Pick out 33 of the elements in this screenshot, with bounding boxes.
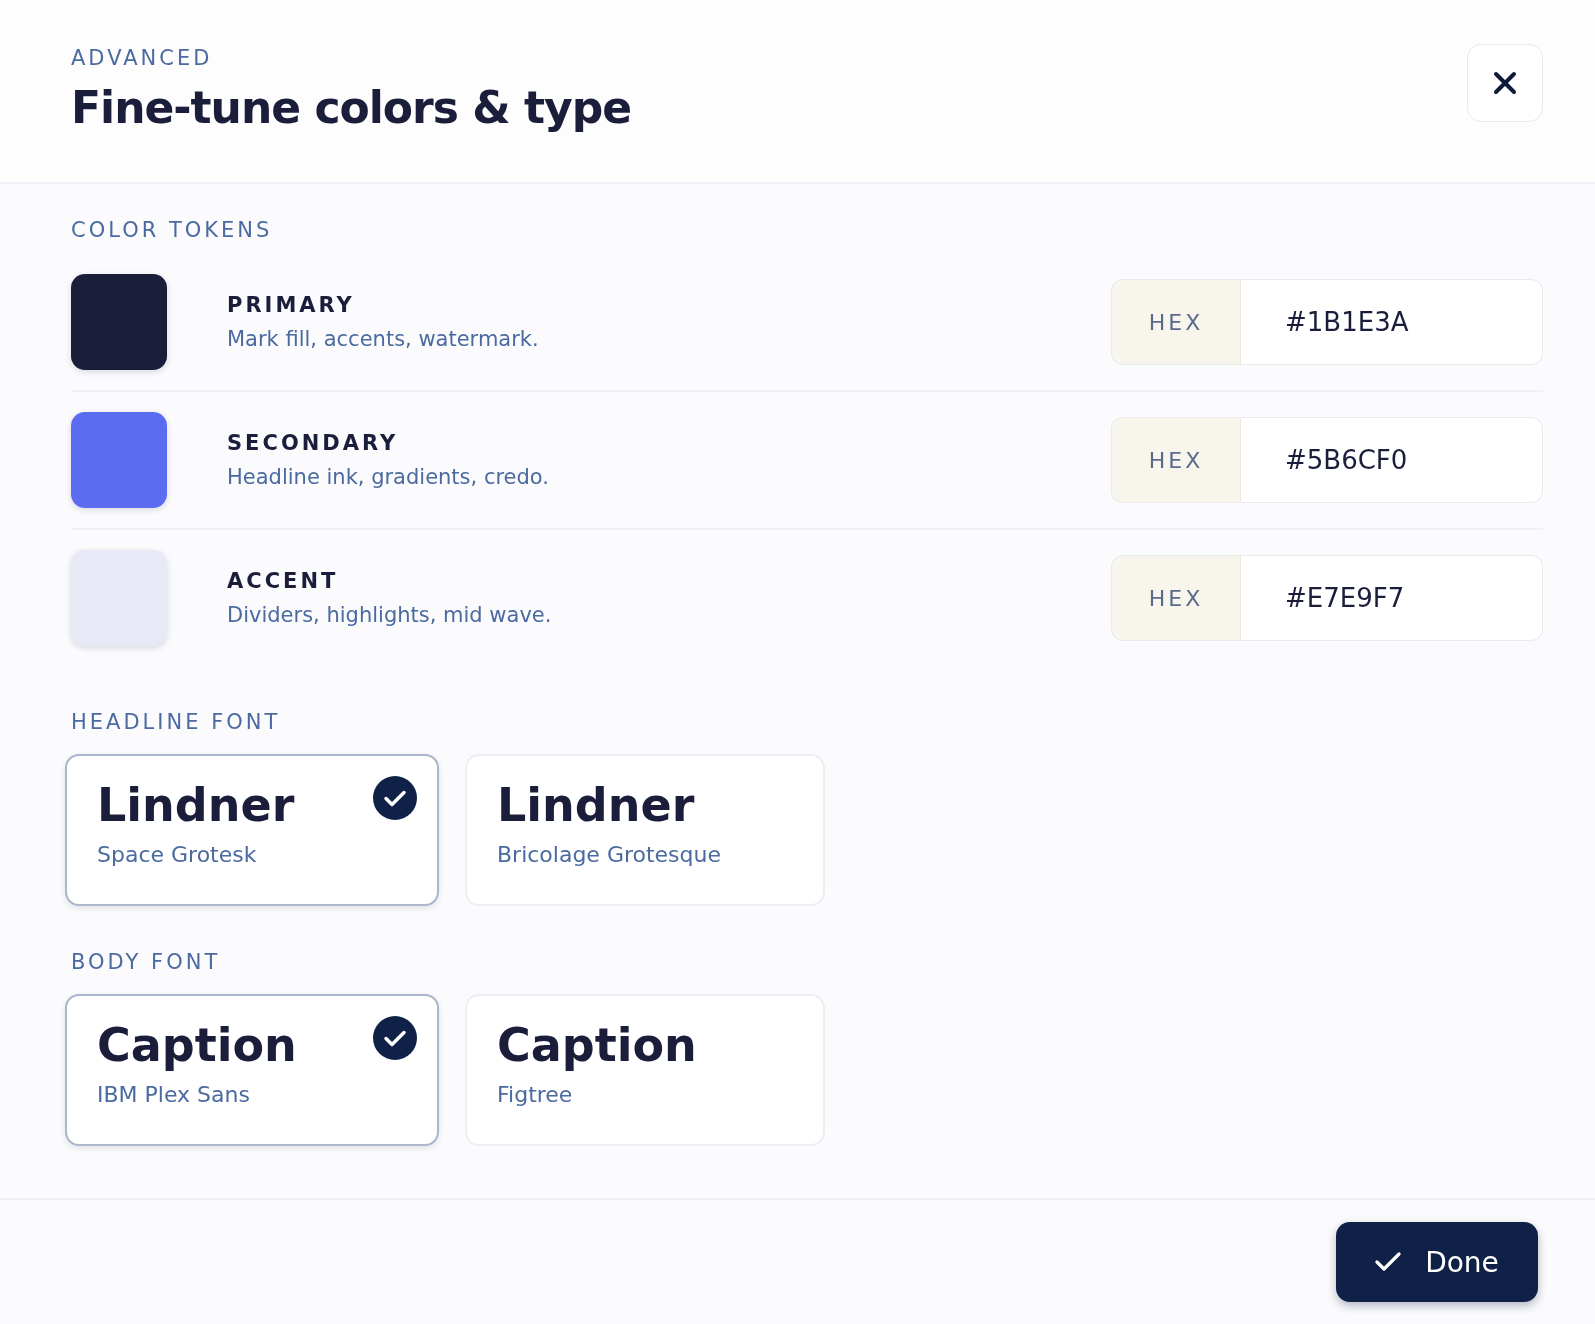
font-sample: Lindner — [97, 782, 295, 828]
dialog-title: Fine-tune colors & type — [71, 82, 631, 133]
font-sample: Lindner — [497, 782, 695, 828]
font-name: Bricolage Grotesque — [497, 842, 723, 867]
section-heading: BODY FONT — [71, 950, 222, 974]
hex-input[interactable]: #5B6CF0 — [1241, 417, 1543, 503]
font-option[interactable]: Lindner Bricolage Grotesque — [465, 754, 825, 906]
done-button[interactable]: Done — [1336, 1222, 1538, 1302]
close-icon — [1493, 71, 1517, 95]
font-name: Figtree — [497, 1082, 574, 1107]
check-icon — [373, 1016, 417, 1060]
hex-prefix: HEX — [1111, 417, 1241, 503]
font-option[interactable]: Caption Figtree — [465, 994, 825, 1146]
hex-input[interactable]: #1B1E3A — [1241, 279, 1543, 365]
token-label: PRIMARY — [227, 293, 356, 317]
section-heading: HEADLINE FONT — [71, 710, 282, 734]
token-description: Dividers, highlights, mid wave. — [227, 603, 553, 627]
hex-prefix: HEX — [1111, 555, 1241, 641]
check-icon — [1375, 1252, 1402, 1272]
font-option[interactable]: Caption IBM Plex Sans — [65, 994, 439, 1146]
token-label: ACCENT — [227, 569, 340, 593]
token-label: SECONDARY — [227, 431, 400, 455]
hex-prefix: HEX — [1111, 279, 1241, 365]
eyebrow-label: ADVANCED — [71, 46, 214, 70]
token-description: Mark fill, accents, watermark. — [227, 327, 540, 351]
font-name: Space Grotesk — [97, 842, 258, 867]
section-heading: COLOR TOKENS — [71, 218, 274, 242]
close-button[interactable] — [1467, 44, 1543, 122]
font-option[interactable]: Lindner Space Grotesk — [65, 754, 439, 906]
check-icon — [373, 776, 417, 820]
token-description: Headline ink, gradients, credo. — [227, 465, 550, 489]
font-name: IBM Plex Sans — [97, 1082, 251, 1107]
hex-input[interactable]: #E7E9F7 — [1241, 555, 1543, 641]
